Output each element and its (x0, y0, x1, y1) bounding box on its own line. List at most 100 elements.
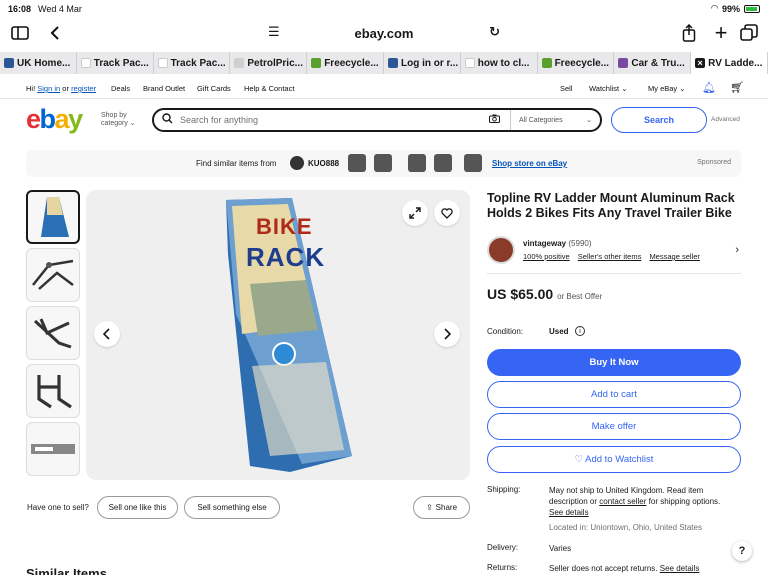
browser-tab[interactable]: × RV Ladde... (691, 52, 768, 74)
prev-image-button[interactable] (94, 321, 120, 347)
browser-tab[interactable]: how to cl... (461, 52, 538, 74)
browser-tab[interactable]: Track Pac... (154, 52, 231, 74)
sponsored-thumb[interactable] (434, 154, 452, 172)
condition-value: Used (549, 327, 569, 336)
ebay-logo[interactable]: ebay (26, 104, 83, 135)
close-icon[interactable]: × (695, 58, 706, 68)
next-image-button[interactable] (434, 321, 460, 347)
google-favicon (464, 58, 475, 68)
seller-name[interactable]: vintageway (5990) (523, 239, 592, 248)
sponsored-banner[interactable]: Find similar items from KUO888 Shop stor… (26, 150, 741, 177)
sponsored-thumb[interactable] (464, 154, 482, 172)
sponsored-thumb[interactable] (348, 154, 366, 172)
logo-letter: b (39, 104, 57, 134)
returns-value: Seller does not accept returns. See deta… (549, 563, 739, 574)
info-icon[interactable]: i (575, 326, 585, 336)
returns-label: Returns: (487, 563, 518, 572)
page-menu-icon[interactable]: ☰ (268, 24, 280, 40)
condition-label: Condition: (487, 327, 524, 336)
shop-store-link[interactable]: Shop store on eBay (492, 159, 567, 168)
price: US $65.00 or Best Offer (487, 286, 602, 302)
sell-something-else-button[interactable]: Sell something else (184, 496, 280, 519)
category-select[interactable]: All Categories ⌄ (510, 110, 600, 130)
add-to-cart-button[interactable]: Add to cart (487, 381, 741, 408)
browser-tab[interactable]: Car & Tru... (614, 52, 692, 74)
brand-outlet-link[interactable]: Brand Outlet (143, 84, 185, 93)
price-value: US $65.00 (487, 286, 554, 302)
contact-seller-link[interactable]: contact seller (599, 497, 646, 506)
thumbnail[interactable] (26, 364, 80, 418)
thumbnail[interactable] (26, 422, 80, 476)
back-icon[interactable] (44, 22, 66, 44)
sponsored-thumb[interactable] (408, 154, 426, 172)
positive-feedback-link[interactable]: 100% positive (523, 252, 570, 261)
thumbnail[interactable] (26, 248, 80, 302)
cart-icon[interactable]: 🛒︎ (730, 81, 744, 94)
chevron-right-icon[interactable]: › (735, 244, 739, 256)
browser-tab[interactable]: PetrolPric... (230, 52, 308, 74)
message-seller-link[interactable]: Message seller (649, 252, 699, 261)
browser-tab[interactable]: Log in or r... (384, 52, 461, 74)
tab-label: UK Home... (17, 57, 71, 69)
seller-card[interactable]: vintageway (5990) 100% positive Seller's… (487, 236, 743, 266)
seller-avatar[interactable] (487, 236, 515, 264)
bell-icon[interactable]: 🔔︎ (702, 81, 716, 94)
sponsored-thumb[interactable] (374, 154, 392, 172)
search-button[interactable]: Search (611, 107, 707, 133)
divider (0, 98, 768, 99)
returns-details-link[interactable]: See details (660, 564, 700, 573)
see-details-link[interactable]: See details (549, 508, 589, 517)
greeting: Hi! Sign in or register (26, 84, 96, 93)
gift-cards-link[interactable]: Gift Cards (197, 84, 231, 93)
shipping-text-2: for shipping options. (648, 497, 721, 506)
search-bar: Search for anything All Categories ⌄ (152, 108, 602, 132)
sign-in-link[interactable]: Sign in (37, 84, 60, 93)
thumbnail[interactable] (26, 190, 80, 244)
battery-icon (744, 4, 760, 13)
search-input[interactable]: Search for anything (180, 115, 489, 125)
sell-one-like-this-button[interactable]: Sell one like this (97, 496, 178, 519)
thumbnail-list (26, 190, 82, 480)
shop-by-category[interactable]: Shop by category ⌄ (101, 112, 136, 128)
reload-icon[interactable]: ↻ (489, 24, 500, 40)
browser-tab[interactable]: Freecycle... (538, 52, 615, 74)
register-link[interactable]: register (71, 84, 96, 93)
heart-icon[interactable] (434, 200, 460, 226)
share-button[interactable]: ⇪ Share (413, 496, 470, 519)
browser-tab[interactable]: Freecycle... (307, 52, 384, 74)
deals-link[interactable]: Deals (111, 84, 130, 93)
advanced-search-link[interactable]: Advanced (711, 116, 740, 123)
ebay-favicon (4, 58, 14, 68)
tab-label: Freecycle... (324, 57, 379, 69)
sell-link[interactable]: Sell (560, 84, 573, 93)
login-favicon (387, 58, 398, 68)
browser-tab[interactable]: Track Pac... (77, 52, 154, 74)
freecycle-favicon (311, 58, 322, 68)
box-label-bike: BIKE (256, 214, 313, 239)
add-to-watchlist-button[interactable]: ♡ Add to Watchlist (487, 446, 741, 473)
expand-icon[interactable] (402, 200, 428, 226)
tab-overview-icon[interactable] (738, 22, 760, 44)
help-button[interactable]: ? (732, 541, 752, 561)
new-tab-icon[interactable]: + (710, 20, 732, 45)
other-items-link[interactable]: Seller's other items (578, 252, 642, 261)
tab-bar: UK Home... Track Pac... Track Pac... Petrol… (0, 52, 768, 74)
status-date: Wed 4 Mar (38, 4, 82, 14)
product-image[interactable]: BIKE RACK (86, 190, 470, 480)
box-label-rack: RACK (246, 242, 326, 272)
sponsored-seller[interactable]: KUO888 (290, 156, 339, 170)
help-contact-link[interactable]: Help & Contact (244, 84, 294, 93)
thumbnail[interactable] (26, 306, 80, 360)
sidebar-toggle-icon[interactable] (9, 22, 31, 44)
watchlist-link[interactable]: Watchlist ⌄ (589, 84, 628, 93)
address-bar[interactable]: ☰ ebay.com ↻ (258, 20, 510, 46)
watchlist-label: Add to Watchlist (585, 454, 654, 465)
browser-tab[interactable]: UK Home... (0, 52, 77, 74)
camera-icon[interactable] (489, 114, 500, 126)
search-icon (162, 113, 173, 127)
make-offer-button[interactable]: Make offer (487, 413, 741, 440)
chevron-down-icon: ⌄ (586, 117, 592, 124)
buy-it-now-button[interactable]: Buy It Now (487, 349, 741, 376)
my-ebay-link[interactable]: My eBay ⌄ (648, 84, 686, 93)
share-icon[interactable] (678, 22, 700, 44)
